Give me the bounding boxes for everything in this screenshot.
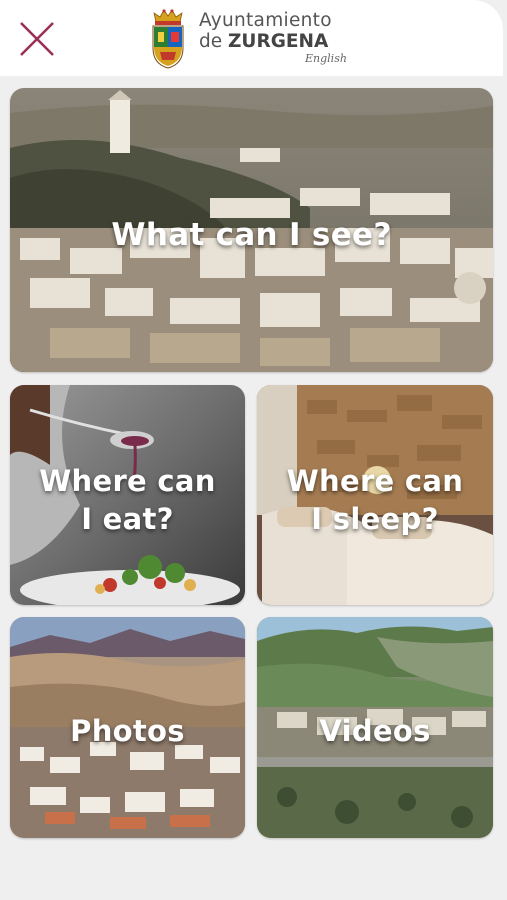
tile-label: Where can I sleep? (257, 385, 493, 605)
photos-text: Photos (70, 713, 185, 748)
what-can-i-see-text: What can I see? (111, 216, 392, 253)
language-selector[interactable]: English (305, 53, 347, 64)
close-icon[interactable] (18, 20, 56, 58)
tile-where-can-i-sleep[interactable]: Where can I sleep? (257, 385, 493, 605)
municipality-brand: Ayuntamiento de ZURGENA English (199, 10, 347, 64)
brand-title-line2: de ZURGENA (199, 30, 332, 52)
app-screen: Ayuntamiento de ZURGENA English What can… (0, 0, 507, 900)
tile-videos[interactable]: Videos (257, 617, 493, 838)
tile-photos[interactable]: Photos (10, 617, 245, 838)
where-can-i-sleep-line1: Where can (286, 464, 464, 499)
where-can-i-eat-line1: Where can (39, 464, 216, 499)
where-can-i-eat-line2: I eat? (81, 502, 174, 536)
coat-of-arms-icon (152, 9, 184, 69)
tile-label: Photos (10, 617, 245, 838)
brand-name: ZURGENA (228, 30, 329, 52)
brand-prefix: de (199, 30, 229, 52)
tile-where-can-i-eat[interactable]: Where can I eat? (10, 385, 245, 605)
videos-text: Videos (319, 713, 431, 748)
tile-label: Videos (257, 617, 493, 838)
tile-label: What can I see? (10, 88, 493, 372)
tile-label: Where can I eat? (10, 385, 245, 605)
brand-title-line1: Ayuntamiento (199, 10, 332, 31)
tile-what-can-i-see[interactable]: What can I see? (10, 88, 493, 372)
app-header: Ayuntamiento de ZURGENA English (0, 0, 503, 76)
where-can-i-sleep-line2: I sleep? (311, 502, 439, 536)
